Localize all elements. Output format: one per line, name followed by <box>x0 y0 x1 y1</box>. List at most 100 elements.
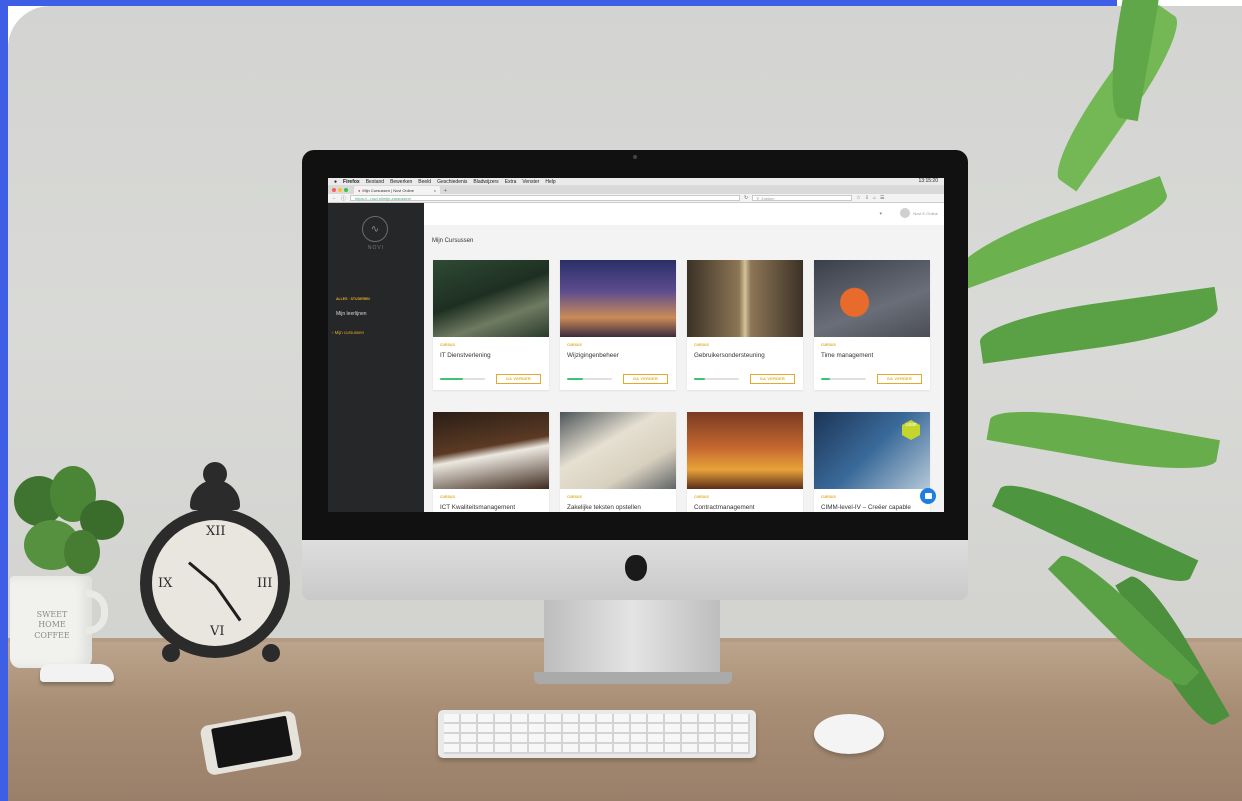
browser-tab[interactable]: ● Mijn Cursussen | Novi Online × <box>354 186 440 194</box>
progress-bar <box>567 378 612 380</box>
course-kind: CURSUS <box>694 343 709 347</box>
course-title[interactable]: ICT Kwaliteitsmanagement <box>440 504 515 511</box>
menubar-clock: 13:15:20 <box>918 178 938 184</box>
menu-bestand[interactable]: Bestand <box>366 179 384 185</box>
course-card[interactable]: CURSUS ICT Kwaliteitsmanagement <box>433 412 549 512</box>
course-thumbnail[interactable] <box>560 260 676 337</box>
course-card[interactable]: CURSUS Time management GA VERDER <box>814 260 930 390</box>
progress-fill <box>567 378 583 380</box>
web-app: ∿ NOVI ALLES · STUDEREN Mijn leerlijnen … <box>328 203 944 512</box>
user-menu[interactable]: Novi E-Online <box>900 208 938 218</box>
course-thumbnail[interactable] <box>560 412 676 489</box>
course-grid: CURSUS IT Dienstverlening GA VERDER CURS… <box>433 260 930 512</box>
tab-title: Mijn Cursussen | Novi Online <box>362 187 414 193</box>
course-thumbnail[interactable]: Lean <box>814 412 930 489</box>
course-thumbnail[interactable] <box>687 412 803 489</box>
course-title[interactable]: CIMM-level-IV – Creëer capable <box>821 504 911 511</box>
downloads-icon[interactable]: ⇩ <box>865 195 869 201</box>
progress-bar <box>440 378 485 380</box>
course-title[interactable]: Zakelijke teksten opstellen <box>567 504 641 511</box>
back-icon[interactable]: ← <box>332 195 337 201</box>
home-icon[interactable]: ⌂ <box>873 195 876 201</box>
mac-menubar: ● Firefox Bestand Bewerken Beeld Geschie… <box>328 178 944 185</box>
lean-badge-icon: Lean <box>902 420 920 440</box>
tab-favicon-icon: ● <box>358 187 361 193</box>
sidebar-item-cursussen[interactable]: › Mijn cursussen <box>332 330 364 335</box>
search-icon: ⚲ <box>756 195 760 201</box>
course-card[interactable]: CURSUS Gebruikersondersteuning GA VERDER <box>687 260 803 390</box>
continue-button[interactable]: GA VERDER <box>877 374 922 384</box>
course-thumbnail[interactable] <box>433 260 549 337</box>
info-icon[interactable]: ⓘ <box>341 195 346 202</box>
menu-bewerken[interactable]: Bewerken <box>390 179 412 185</box>
mouse <box>814 714 884 754</box>
main-content: ▾ Novi E-Online Mijn Cursussen CURSUS IT… <box>424 203 944 512</box>
menu-firefox[interactable]: Firefox <box>343 179 360 185</box>
course-title[interactable]: IT Dienstverlening <box>440 352 491 359</box>
course-card[interactable]: CURSUS Zakelijke teksten opstellen <box>560 412 676 512</box>
course-card[interactable]: CURSUS IT Dienstverlening GA VERDER <box>433 260 549 390</box>
screen: ● Firefox Bestand Bewerken Beeld Geschie… <box>328 178 944 512</box>
chevron-down-icon[interactable]: ▾ <box>879 211 882 217</box>
apple-menu-icon[interactable]: ● <box>334 179 337 185</box>
continue-button[interactable]: GA VERDER <box>623 374 668 384</box>
mug-logo-text: SWEET HOME COFFEE <box>34 610 70 640</box>
address-field[interactable]: https://...novi.nl/mijn-cursussen/ <box>350 195 741 201</box>
course-card[interactable]: CURSUS Wijzigingenbeheer GA VERDER <box>560 260 676 390</box>
course-kind: CURSUS <box>440 495 455 499</box>
new-tab-icon[interactable]: + <box>444 188 447 194</box>
course-thumbnail[interactable] <box>687 260 803 337</box>
course-kind: CURSUS <box>567 495 582 499</box>
logo-text: NOVI <box>367 245 385 251</box>
menu-venster[interactable]: Venster <box>522 179 539 185</box>
progress-bar <box>694 378 739 380</box>
course-title[interactable]: Wijzigingenbeheer <box>567 352 619 359</box>
menu-beeld[interactable]: Beeld <box>418 179 431 185</box>
course-kind: CURSUS <box>440 343 455 347</box>
menu-hamburger-icon[interactable]: ☰ <box>880 195 884 201</box>
page-title: Mijn Cursussen <box>432 238 474 244</box>
keyboard-rows <box>444 714 750 754</box>
window-controls <box>332 185 348 194</box>
reload-icon[interactable]: ↻ <box>744 195 748 201</box>
course-kind: CURSUS <box>821 495 836 499</box>
clock-foot-right <box>262 644 280 662</box>
user-name: Novi E-Online <box>913 210 938 216</box>
progress-fill <box>440 378 463 380</box>
progress-bar <box>821 378 866 380</box>
close-window-button[interactable] <box>332 187 336 192</box>
search-field[interactable]: ⚲ Zoeken <box>752 195 853 201</box>
clock-knob <box>203 462 227 486</box>
bookmark-star-icon[interactable]: ☆ <box>856 195 860 201</box>
tab-bar: ● Mijn Cursussen | Novi Online × + <box>328 185 944 194</box>
menu-extra[interactable]: Extra <box>505 179 517 185</box>
continue-button[interactable]: GA VERDER <box>496 374 541 384</box>
frame-left-bar <box>0 0 8 801</box>
menu-help[interactable]: Help <box>545 179 555 185</box>
top-header: ▾ Novi E-Online <box>424 203 944 225</box>
course-kind: CURSUS <box>567 343 582 347</box>
toy-car <box>40 664 114 682</box>
progress-fill <box>821 378 830 380</box>
novi-logo-icon[interactable]: ∿ <box>362 216 388 242</box>
sidebar-item-leerlijnen[interactable]: Mijn leerlijnen <box>336 311 367 317</box>
menu-bladwijzers[interactable]: Bladwijzers <box>473 179 498 185</box>
imac-foot <box>534 672 732 684</box>
course-thumbnail[interactable] <box>814 260 930 337</box>
minimize-window-button[interactable] <box>338 187 342 192</box>
chat-inner <box>924 493 932 499</box>
chat-bubble-icon[interactable] <box>920 488 936 504</box>
scene: SWEET HOME COFFEE XII III VI IX ● Firefox… <box>0 0 1242 801</box>
course-card[interactable]: CURSUS Contractmanagement <box>687 412 803 512</box>
sidebar-filter[interactable]: ALLES · STUDEREN <box>336 297 370 301</box>
apple-logo-icon <box>625 555 647 581</box>
close-tab-icon[interactable]: × <box>434 188 436 193</box>
maximize-window-button[interactable] <box>344 187 348 192</box>
course-thumbnail[interactable] <box>433 412 549 489</box>
continue-button[interactable]: GA VERDER <box>750 374 795 384</box>
course-card[interactable]: Lean CURSUS CIMM-level-IV – Creëer capab… <box>814 412 930 512</box>
course-title[interactable]: Time management <box>821 352 873 359</box>
course-title[interactable]: Gebruikersondersteuning <box>694 352 765 359</box>
menu-geschiedenis[interactable]: Geschiedenis <box>437 179 467 185</box>
course-title[interactable]: Contractmanagement <box>694 504 755 511</box>
